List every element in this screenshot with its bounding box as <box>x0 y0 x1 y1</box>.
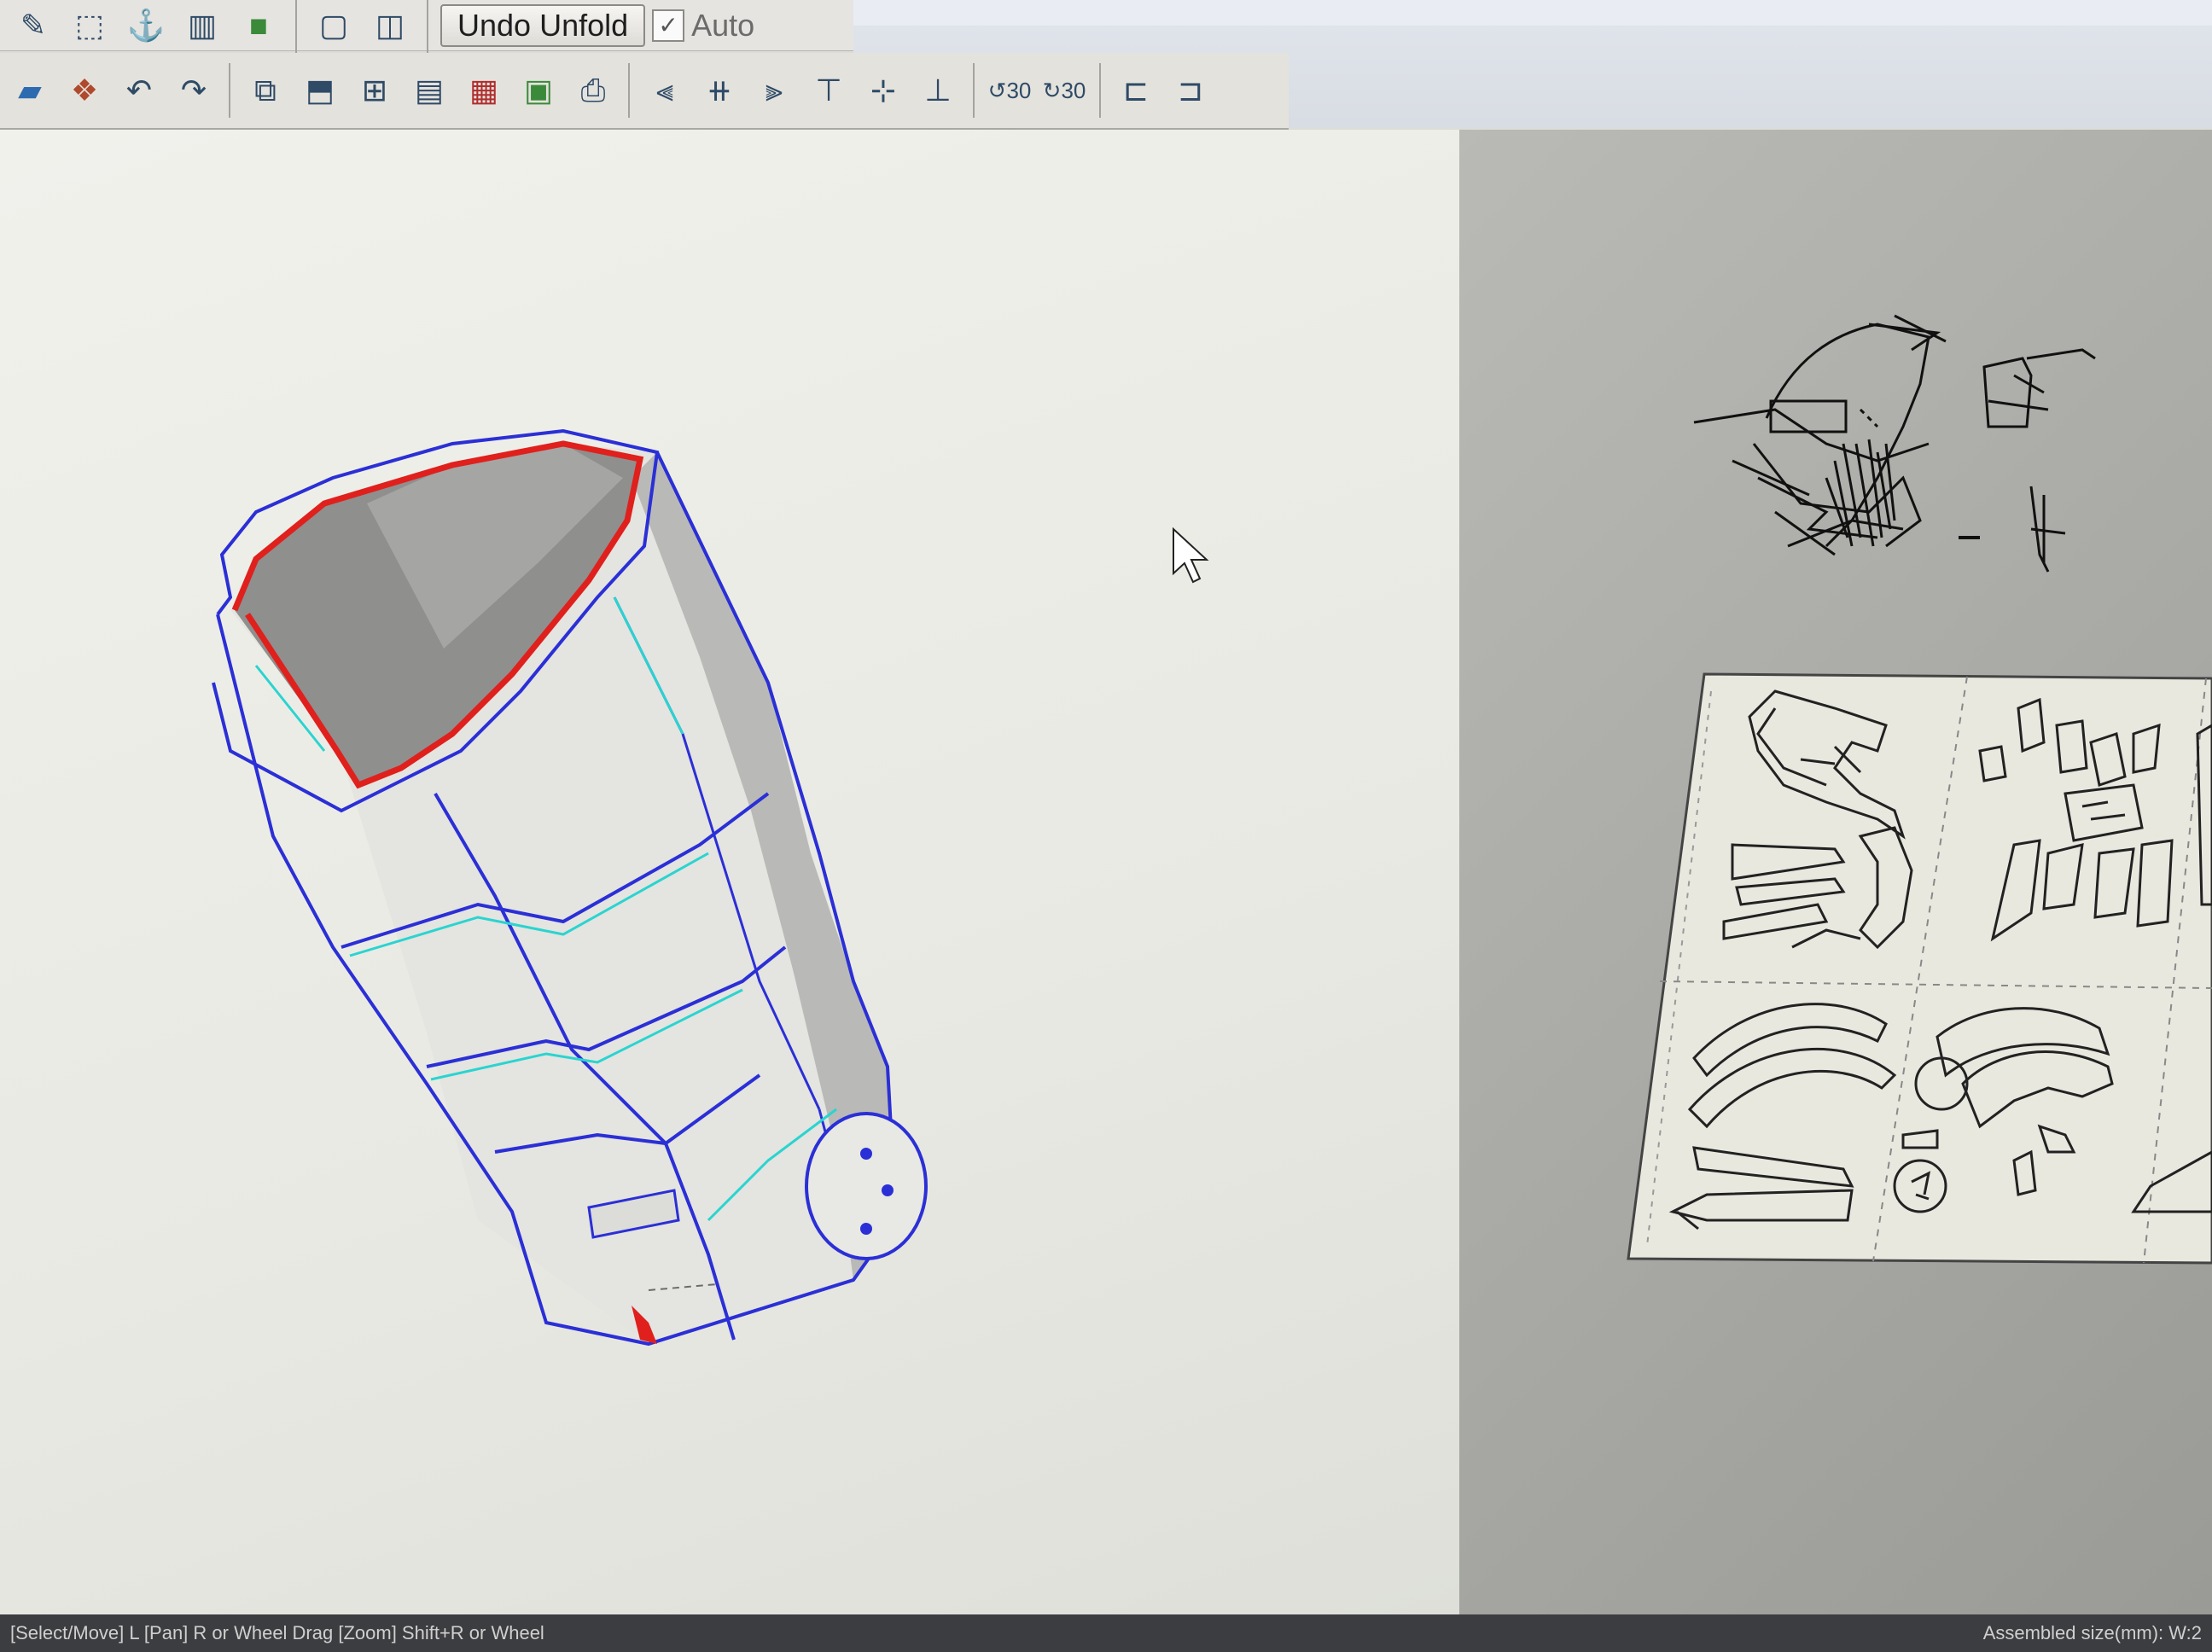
printer-icon[interactable]: ⎙ <box>568 66 618 115</box>
toolbar-separator <box>1099 63 1101 118</box>
add-model-icon[interactable]: ❖ <box>60 66 109 115</box>
undo-icon[interactable]: ↶ <box>114 66 164 115</box>
print-color-icon[interactable]: ▦ <box>459 66 509 115</box>
rotate-left-label: 30 <box>1006 78 1032 103</box>
bolt-plate <box>805 1112 928 1260</box>
print-sheet[interactable] <box>1627 672 2212 1265</box>
green-cube-icon[interactable]: ■ <box>234 1 283 50</box>
unfold-icon[interactable]: ⧉ <box>241 66 290 115</box>
toolbar-separator <box>295 0 297 53</box>
cube-icon[interactable]: ⬚ <box>65 1 114 50</box>
3d-view-panel[interactable] <box>0 130 1459 1614</box>
anchor-icon[interactable]: ⚓ <box>121 1 171 50</box>
auto-checkbox[interactable]: ✓ Auto <box>652 8 754 44</box>
page-setup-icon[interactable]: ▤ <box>405 66 454 115</box>
align-bottom-icon[interactable]: ⊥ <box>913 66 963 115</box>
toolbar-separator <box>628 63 630 118</box>
window-single-icon[interactable]: ▢ <box>309 1 358 50</box>
arrange-icon[interactable]: ⊞ <box>350 66 399 115</box>
rotate-left-30-icon[interactable]: ↺ 30 <box>985 66 1034 115</box>
window-split-icon[interactable]: ◫ <box>365 1 415 50</box>
align-right-icon[interactable]: ⫸ <box>749 66 799 115</box>
pencil-icon[interactable]: ✎ <box>9 1 58 50</box>
toolbar-top: ✎ ⬚ ⚓ ▥ ■ ▢ ◫ Undo Unfold ✓ Auto <box>0 0 853 53</box>
undo-unfold-button[interactable]: Undo Unfold <box>440 3 646 47</box>
3d-model-canvas[interactable] <box>0 130 1459 1614</box>
select-part-icon[interactable]: ⬒ <box>295 66 345 115</box>
redo-icon[interactable]: ↷ <box>169 66 218 115</box>
window-titlebar <box>853 0 2212 26</box>
distribute-h-icon[interactable]: ⊏ <box>1111 66 1161 115</box>
align-left-icon[interactable]: ⫷ <box>640 66 690 115</box>
toolbar-separator <box>973 63 975 118</box>
distribute-v-icon[interactable]: ⊐ <box>1166 66 1215 115</box>
toolbar-main: ▰ ❖ ↶ ↷ ⧉ ⬒ ⊞ ▤ ▦ ▣ ⎙ ⫷ ⧺ ⫸ ⊤ ⊹ ⊥ ↺ 30 ↻ 3… <box>0 53 1289 130</box>
2d-pattern-canvas[interactable] <box>1459 130 2212 1614</box>
rotate-right-label: 30 <box>1061 78 1086 103</box>
forearm-model[interactable] <box>212 428 928 1347</box>
check-icon[interactable]: ✓ <box>652 9 685 42</box>
rotate-right-30-icon[interactable]: ↻ 30 <box>1039 66 1089 115</box>
toolbar-separator <box>427 0 428 53</box>
columns-icon[interactable]: ▥ <box>178 1 227 50</box>
toolbar-separator <box>229 63 230 118</box>
align-middle-icon[interactable]: ⊹ <box>859 66 908 115</box>
unplaced-parts-cluster[interactable] <box>1693 314 2096 573</box>
status-bar: [Select/Move] L [Pan] R or Wheel Drag [Z… <box>0 1614 2212 1652</box>
2d-pattern-panel[interactable] <box>1459 130 2212 1614</box>
open-file-icon[interactable]: ▰ <box>5 66 55 115</box>
status-hint-text: [Select/Move] L [Pan] R or Wheel Drag [Z… <box>10 1622 544 1643</box>
preview-icon[interactable]: ▣ <box>514 66 563 115</box>
align-top-icon[interactable]: ⊤ <box>804 66 853 115</box>
align-center-icon[interactable]: ⧺ <box>695 66 744 115</box>
auto-label: Auto <box>691 7 755 43</box>
mouse-cursor-icon <box>1173 526 1209 584</box>
assembled-size-text: Assembled size(mm): W:2 <box>1982 1622 2202 1643</box>
